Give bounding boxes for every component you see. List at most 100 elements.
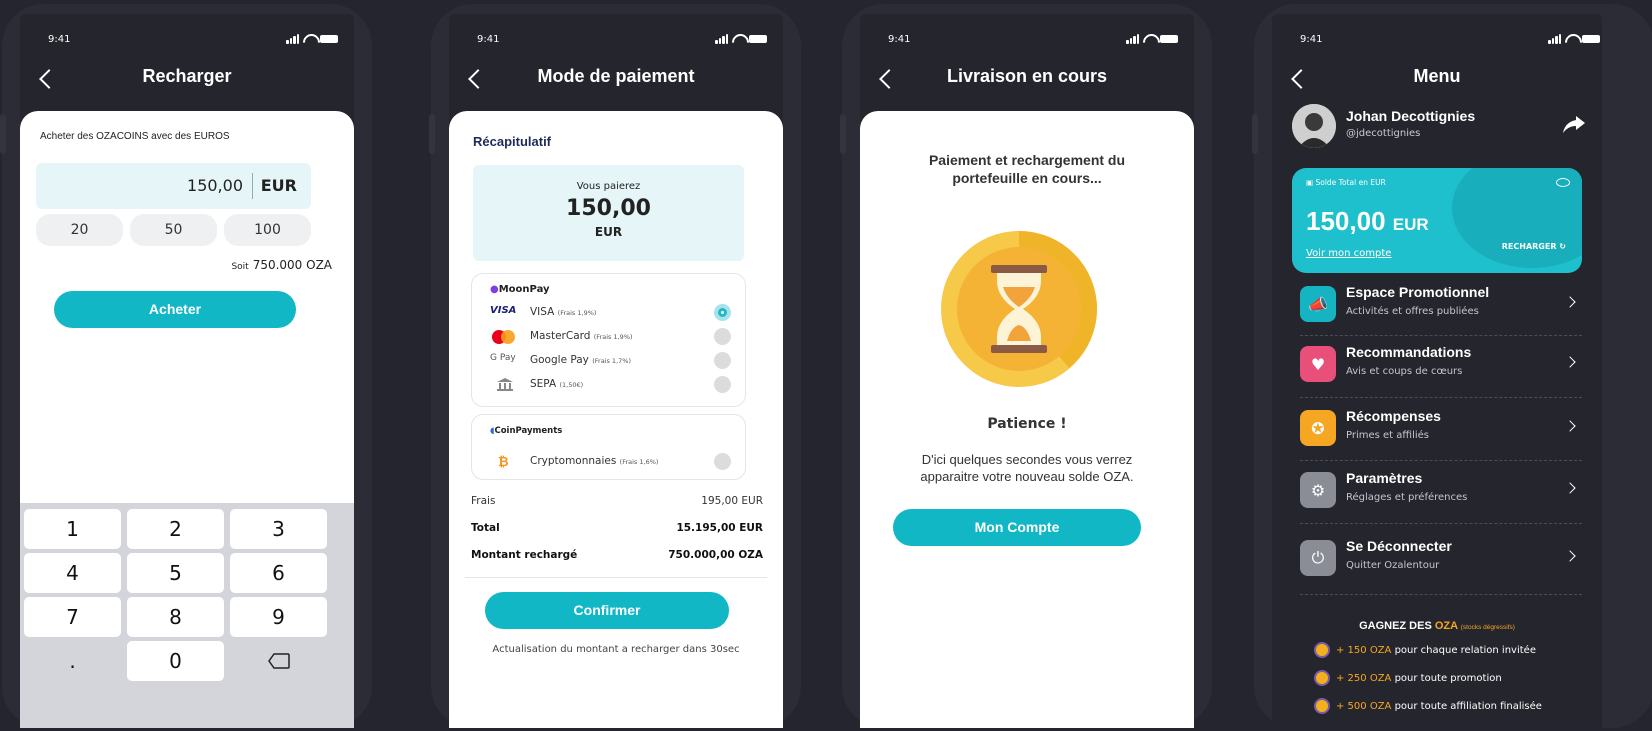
earn-item: + 150 OZA pour chaque relation invitée bbox=[1314, 642, 1536, 660]
key-8[interactable]: 8 bbox=[127, 597, 224, 637]
key-9[interactable]: 9 bbox=[230, 597, 327, 637]
payment-sepa[interactable]: SEPA (1,50€) bbox=[490, 374, 731, 394]
key-1[interactable]: 1 bbox=[24, 509, 121, 549]
bitcoin-icon: ₿ bbox=[498, 455, 509, 470]
earn-item: + 500 OZA pour toute affiliation finalis… bbox=[1314, 698, 1542, 716]
divider bbox=[465, 577, 767, 578]
wifi-icon bbox=[1565, 34, 1578, 44]
screen-recharger: 9:41 Recharger Acheter des OZACOINS avec… bbox=[20, 14, 354, 728]
chevron-right-icon bbox=[1564, 356, 1576, 368]
key-3[interactable]: 3 bbox=[230, 509, 327, 549]
wallet-icon: ▣ bbox=[1306, 178, 1314, 187]
page-title: Mode de paiement bbox=[537, 66, 695, 86]
status-bar: 9:41 bbox=[449, 34, 783, 48]
oza-coin-icon bbox=[1314, 642, 1330, 658]
radio-unselected[interactable] bbox=[714, 453, 731, 470]
nav-bar: Recharger bbox=[20, 66, 354, 106]
quick-amount-50[interactable]: 50 bbox=[130, 214, 217, 246]
key-5[interactable]: 5 bbox=[127, 553, 224, 593]
view-account-link[interactable]: Voir mon compte bbox=[1306, 248, 1391, 259]
total-row: Total 15.195,00 EUR bbox=[471, 522, 763, 534]
status-time: 9:41 bbox=[888, 34, 911, 45]
method-fee: (Frais 1,9%) bbox=[557, 309, 597, 317]
status-time: 9:41 bbox=[477, 34, 500, 45]
processing-line-1: Paiement et rechargement du bbox=[928, 152, 1126, 168]
menu-item-logout[interactable]: ⏻ Se Déconnecter Quitter Ozalentour bbox=[1300, 534, 1588, 584]
payment-visa[interactable]: VISA VISA (Frais 1,9%) bbox=[490, 302, 731, 322]
status-icons bbox=[1548, 34, 1600, 44]
menu-item-rewards[interactable]: ✪ Récompenses Primes et affiliés bbox=[1300, 404, 1588, 454]
menu-icon-gear: ⚙ bbox=[1300, 472, 1336, 508]
method-fee: (Frais 1,7%) bbox=[592, 357, 631, 365]
balance-currency: EUR bbox=[1392, 215, 1429, 234]
quick-amount-100[interactable]: 100 bbox=[224, 214, 311, 246]
pay-label: Vous paierez bbox=[576, 181, 641, 192]
radio-selected[interactable] bbox=[714, 304, 731, 321]
recharge-card: Acheter des OZACOINS avec des EUROS 150,… bbox=[20, 111, 354, 728]
bank-icon bbox=[490, 377, 518, 391]
payment-mastercard[interactable]: MasterCard (Frais 1,9%) bbox=[490, 326, 731, 346]
key-7[interactable]: 7 bbox=[24, 597, 121, 637]
buy-label: Acheter des OZACOINS avec des EUROS bbox=[40, 131, 230, 142]
coinpayments-logo: ◖CoinPayments bbox=[490, 426, 563, 436]
balance-card: ▣ Solde Total en EUR 150,00 EUR Voir mon… bbox=[1292, 168, 1582, 273]
radio-unselected[interactable] bbox=[714, 352, 731, 369]
avatar[interactable] bbox=[1292, 104, 1336, 148]
key-dot[interactable]: . bbox=[24, 641, 121, 681]
menu-icon-medal: ✪ bbox=[1300, 410, 1336, 446]
hourglass-icon bbox=[941, 231, 1097, 387]
key-backspace[interactable] bbox=[230, 641, 327, 681]
method-name: MasterCard bbox=[530, 330, 591, 342]
radio-unselected[interactable] bbox=[714, 328, 731, 345]
menu-item-settings[interactable]: ⚙ Paramètres Réglages et préférences bbox=[1300, 466, 1588, 516]
total-value: 15.195,00 EUR bbox=[676, 522, 763, 534]
earn-heading: GAGNEZ DES OZA (stocks dégressifs) bbox=[1359, 620, 1515, 632]
pay-currency: EUR bbox=[594, 225, 623, 239]
menu-title: Paramètres bbox=[1346, 470, 1423, 486]
payment-googlepay[interactable]: G Pay Google Pay (Frais 1,7%) bbox=[490, 350, 731, 370]
fees-row: Frais 195,00 EUR bbox=[471, 495, 763, 507]
amount-input[interactable]: 150,00 EUR bbox=[36, 163, 311, 209]
eye-icon[interactable] bbox=[1556, 178, 1570, 187]
confirm-button[interactable]: Confirmer bbox=[485, 592, 729, 629]
phone-menu: 9:41 Menu Johan Decottignies @jdecottign… bbox=[1252, 4, 1652, 728]
recharged-label: Montant rechargé bbox=[471, 549, 578, 561]
google-pay-icon: G Pay bbox=[490, 353, 516, 363]
recharge-link[interactable]: RECHARGER ↻ bbox=[1502, 242, 1566, 251]
fees-label: Frais bbox=[471, 495, 496, 507]
recharged-row: Montant rechargé 750.000,00 OZA bbox=[471, 549, 763, 561]
earn-item: + 250 OZA pour toute promotion bbox=[1314, 670, 1502, 688]
signal-icon bbox=[715, 34, 728, 44]
chevron-right-icon bbox=[1564, 296, 1576, 308]
amount-summary: Vous paierez 150,00 EUR bbox=[473, 165, 744, 261]
quick-amount-20[interactable]: 20 bbox=[36, 214, 123, 246]
status-bar: 9:41 bbox=[20, 34, 354, 48]
key-4[interactable]: 4 bbox=[24, 553, 121, 593]
method-fee: (1,50€) bbox=[559, 381, 584, 389]
method-name: Cryptomonnaies bbox=[530, 455, 617, 467]
nav-bar: Menu bbox=[1272, 66, 1602, 106]
amount-divider bbox=[252, 173, 253, 199]
share-icon[interactable] bbox=[1562, 114, 1586, 134]
screen-menu: 9:41 Menu Johan Decottignies @jdecottign… bbox=[1272, 14, 1602, 728]
menu-item-promotions[interactable]: 📣 Espace Promotionnel Activités et offre… bbox=[1300, 280, 1588, 330]
battery-icon bbox=[749, 35, 767, 43]
radio-unselected[interactable] bbox=[714, 376, 731, 393]
key-2[interactable]: 2 bbox=[127, 509, 224, 549]
user-profile[interactable]: Johan Decottignies @jdecottignies bbox=[1272, 104, 1602, 154]
oza-coin-icon bbox=[1314, 670, 1330, 686]
my-account-button[interactable]: Mon Compte bbox=[893, 509, 1141, 546]
screen-payment-mode: 9:41 Mode de paiement Récapitulatif Vous… bbox=[449, 14, 783, 728]
key-0[interactable]: 0 bbox=[127, 641, 224, 681]
wifi-icon bbox=[732, 34, 745, 44]
balance-label: ▣ Solde Total en EUR bbox=[1306, 178, 1386, 187]
buy-button[interactable]: Acheter bbox=[54, 291, 296, 328]
screen-delivery: 9:41 Livraison en cours Paiement et rech… bbox=[860, 14, 1194, 728]
balance-amount: 150,00 EUR bbox=[1306, 206, 1429, 236]
menu-item-recommendations[interactable]: ♥ Recommandations Avis et coups de cœurs bbox=[1300, 340, 1588, 390]
signal-icon bbox=[286, 34, 299, 44]
patience-line-2: apparaitre votre nouveau solde OZA. bbox=[920, 469, 1134, 484]
key-6[interactable]: 6 bbox=[230, 553, 327, 593]
page-title: Menu bbox=[1413, 66, 1461, 86]
payment-crypto[interactable]: ₿ Cryptomonnaies (Frais 1,6%) bbox=[490, 451, 731, 471]
